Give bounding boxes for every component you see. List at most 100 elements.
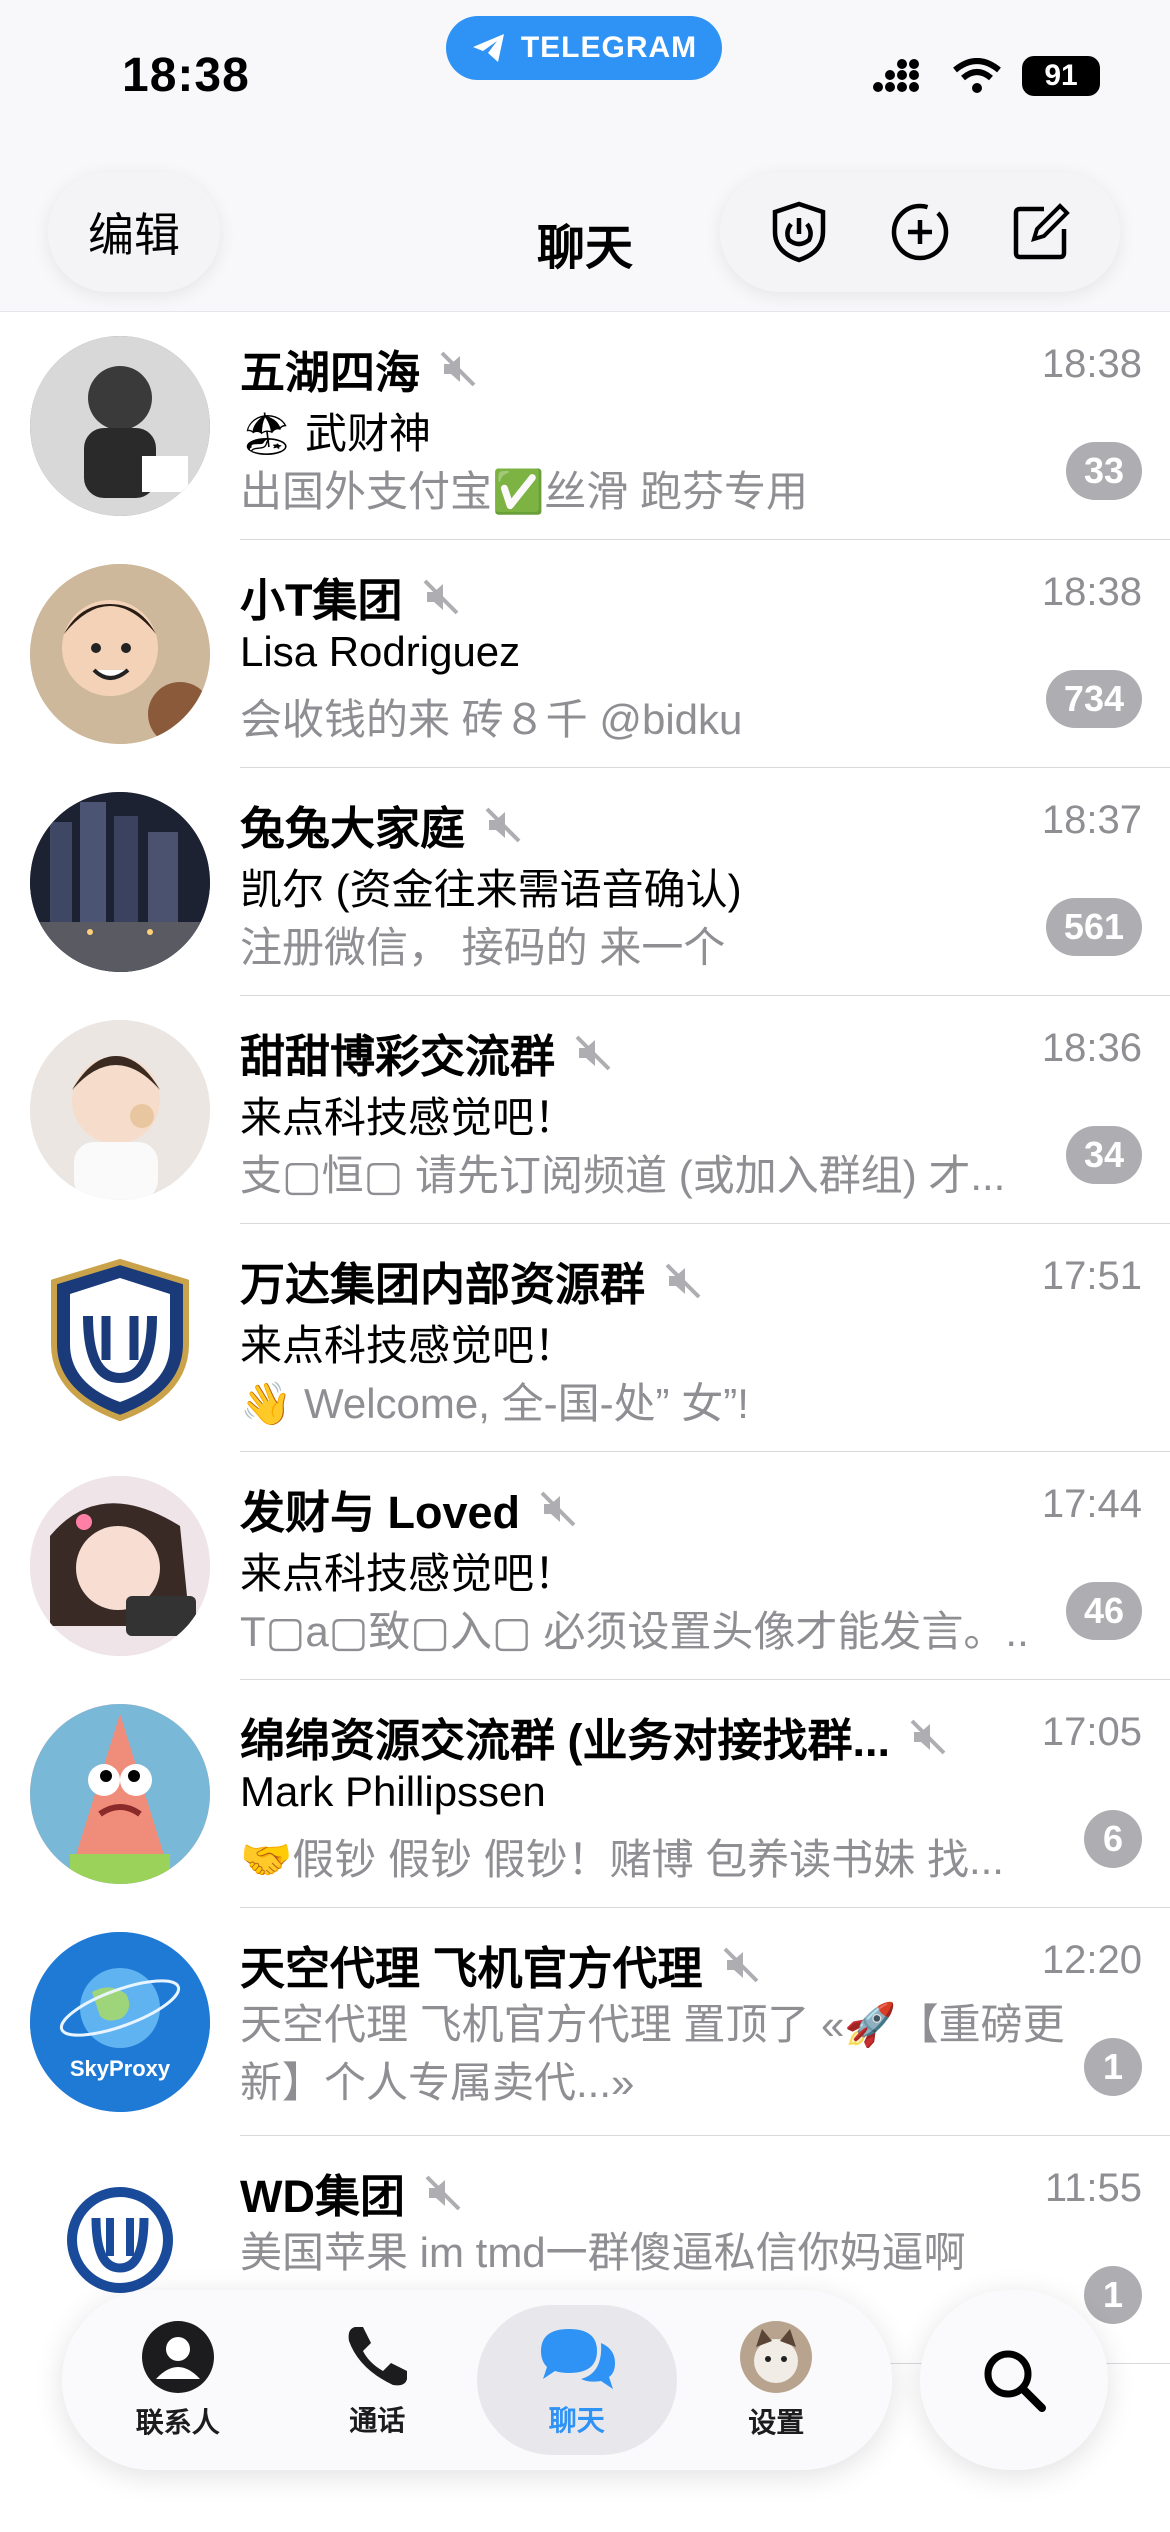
- avatar-photo-icon: [30, 1704, 210, 1884]
- chat-row[interactable]: 五湖四海 18:38 🏖 武财神 出国外支付宝✅丝滑 跑芬专用 33: [0, 312, 1170, 540]
- skyproxy-globe-icon: [30, 1932, 210, 2112]
- unread-badge: 1: [1084, 2038, 1142, 2096]
- chat-message: 🤝假钞 假钞 假钞！赌博 包养读书妹 找...: [240, 1836, 1004, 1883]
- muted-icon: [723, 1947, 758, 1982]
- avatar: [30, 1248, 210, 1428]
- chat-title-row: 兔兔大家庭: [240, 792, 523, 857]
- status-indicators: 91: [872, 56, 1100, 96]
- chat-title: 发财与 Loved: [240, 1487, 521, 1538]
- chat-title-row: 小T集团: [240, 564, 461, 629]
- chat-sender: Mark Phillipssen: [240, 1768, 546, 1815]
- tab-label: 聊天: [548, 2405, 605, 2436]
- chat-row[interactable]: 绵绵资源交流群 (业务对接找群... 17:05 Mark Phillipsse…: [0, 1680, 1170, 1908]
- bottom-fade: [0, 2470, 1170, 2532]
- chat-row[interactable]: 小T集团 18:38 Lisa Rodriguez 会收钱的来 砖８千 @bid…: [0, 540, 1170, 768]
- tab-chats[interactable]: 聊天: [477, 2305, 677, 2455]
- tab-label: 通话: [349, 2405, 406, 2436]
- chat-title-row: 发财与 Loved: [240, 1476, 578, 1541]
- chat-title: 五湖四海: [240, 347, 421, 398]
- avatar: [30, 336, 210, 516]
- chat-row[interactable]: 兔兔大家庭 18:37 凯尔 (资金往来需语音确认) 注册微信， 接码的 来一个…: [0, 768, 1170, 996]
- chat-row[interactable]: 甜甜博彩交流群 18:36 来点科技感觉吧！ 支▢恒▢ 请先订阅频道 (或加入群…: [0, 996, 1170, 1224]
- chat-sender: 来点科技感觉吧！: [240, 1550, 577, 1597]
- search-button[interactable]: [920, 2290, 1108, 2470]
- chat-time: 12:20: [1041, 1938, 1142, 1982]
- tab-contacts[interactable]: 联系人: [78, 2305, 278, 2455]
- chat-title: 天空代理 飞机官方代理: [240, 1943, 703, 1994]
- unread-badge: 1: [1084, 2266, 1142, 2324]
- avatar: SkyProxy: [30, 1932, 210, 2112]
- chat-title-row: 五湖四海: [240, 336, 478, 401]
- muted-icon: [425, 2175, 461, 2210]
- compose-icon: [1014, 203, 1071, 260]
- chat-time: 18:38: [1041, 570, 1142, 614]
- telegram-pill-label: TELEGRAM: [520, 31, 698, 64]
- chat-title-row: 甜甜博彩交流群: [240, 1020, 613, 1085]
- status-bar: 18:38 TELEGRAM 91: [0, 0, 1170, 150]
- chat-sender: 来点科技感觉吧！: [240, 1094, 577, 1141]
- avatar-photo-icon: [30, 336, 210, 516]
- chat-title: 甜甜博彩交流群: [240, 1031, 556, 1082]
- chat-bubbles-icon: [540, 2329, 615, 2389]
- chat-sender: 凯尔 (资金往来需语音确认): [240, 866, 742, 913]
- wifi-icon: [953, 58, 1001, 93]
- avatar-photo-icon: [30, 792, 210, 972]
- compose-button[interactable]: [1006, 197, 1076, 267]
- header-actions: [720, 172, 1120, 292]
- unread-badge: 734: [1045, 670, 1142, 728]
- tab-label: 联系人: [135, 2407, 220, 2438]
- tab-bar: 联系人 通话 聊天 设置: [62, 2290, 892, 2470]
- avatar-photo-icon: [30, 564, 210, 744]
- tab-settings[interactable]: 设置: [677, 2305, 877, 2455]
- muted-icon: [423, 579, 458, 614]
- chat-time: 11:55: [1044, 2166, 1142, 2210]
- muted-icon: [440, 351, 476, 386]
- shield-icon: [772, 201, 825, 263]
- chat-title: 绵绵资源交流群 (业务对接找群...: [240, 1715, 890, 1766]
- chat-message: 会收钱的来 砖８千 @bidku: [240, 696, 743, 743]
- chat-time: 18:38: [1041, 342, 1142, 386]
- phone-icon: [348, 2327, 408, 2386]
- chat-message: 支▢恒▢ 请先订阅频道 (或加入群组) 才...: [240, 1152, 1006, 1199]
- chat-time: 17:05: [1041, 1710, 1142, 1754]
- telegram-pill[interactable]: TELEGRAM: [446, 16, 722, 80]
- avatar-photo-icon: [30, 1020, 210, 1200]
- avatar: [30, 1704, 210, 1884]
- chat-message: 美国苹果 im tmd一群傻逼私信你妈逼啊: [240, 2229, 966, 2276]
- chat-message: T▢a▢致▢入▢ 必须设置头像才能发言。..: [240, 1608, 1029, 1655]
- muted-icon: [665, 1263, 701, 1298]
- wanda-logo-icon: [51, 1258, 189, 1422]
- chat-title-row: 绵绵资源交流群 (业务对接找群...: [240, 1704, 948, 1769]
- chat-message: 天空代理 飞机官方代理 置顶了 «🚀【重磅更新】个人专属卖代...»: [240, 2001, 1065, 2106]
- avatar: [30, 1020, 210, 1200]
- chat-message: 注册微信， 接码的 来一个: [240, 924, 726, 971]
- chat-row[interactable]: 万达集团内部资源群 17:51 来点科技感觉吧！ 👋 Welcome, 全-国-…: [0, 1224, 1170, 1452]
- cellular-signal-icon: [873, 59, 919, 92]
- avatar-label: SkyProxy: [69, 2056, 171, 2081]
- chat-sender: 来点科技感觉吧！: [240, 1322, 577, 1369]
- proxy-shield-button[interactable]: [764, 197, 834, 267]
- add-circle-icon: [891, 203, 949, 261]
- chat-title-row: 万达集团内部资源群: [240, 1248, 703, 1313]
- chat-title: 兔兔大家庭: [240, 803, 466, 854]
- avatar: [30, 1476, 210, 1656]
- chat-row[interactable]: 发财与 Loved 17:44 来点科技感觉吧！ T▢a▢致▢入▢ 必须设置头像…: [0, 1452, 1170, 1680]
- unread-badge: 6: [1084, 1810, 1142, 1868]
- status-time: 18:38: [122, 49, 250, 102]
- chat-time: 17:51: [1041, 1254, 1142, 1298]
- unread-badge: 46: [1065, 1582, 1142, 1640]
- avatar: [30, 792, 210, 972]
- avatar: [30, 564, 210, 744]
- chat-title: 万达集团内部资源群: [240, 1259, 646, 1310]
- unread-badge: 561: [1045, 898, 1142, 956]
- edit-button[interactable]: 编辑: [48, 172, 220, 292]
- chat-title-row: 天空代理 飞机官方代理: [240, 1932, 761, 1997]
- tab-calls[interactable]: 通话: [278, 2305, 478, 2455]
- chat-title-row: WD集团: [240, 2160, 463, 2225]
- battery-indicator: 91: [1022, 56, 1100, 96]
- muted-icon: [910, 1719, 946, 1754]
- profile-avatar-icon: [740, 2321, 813, 2393]
- unread-badge: 33: [1065, 442, 1142, 500]
- chat-row[interactable]: SkyProxy 天空代理 飞机官方代理 12:20 天空代理 飞机官方代理 置…: [0, 1908, 1170, 2136]
- new-story-button[interactable]: [885, 197, 955, 267]
